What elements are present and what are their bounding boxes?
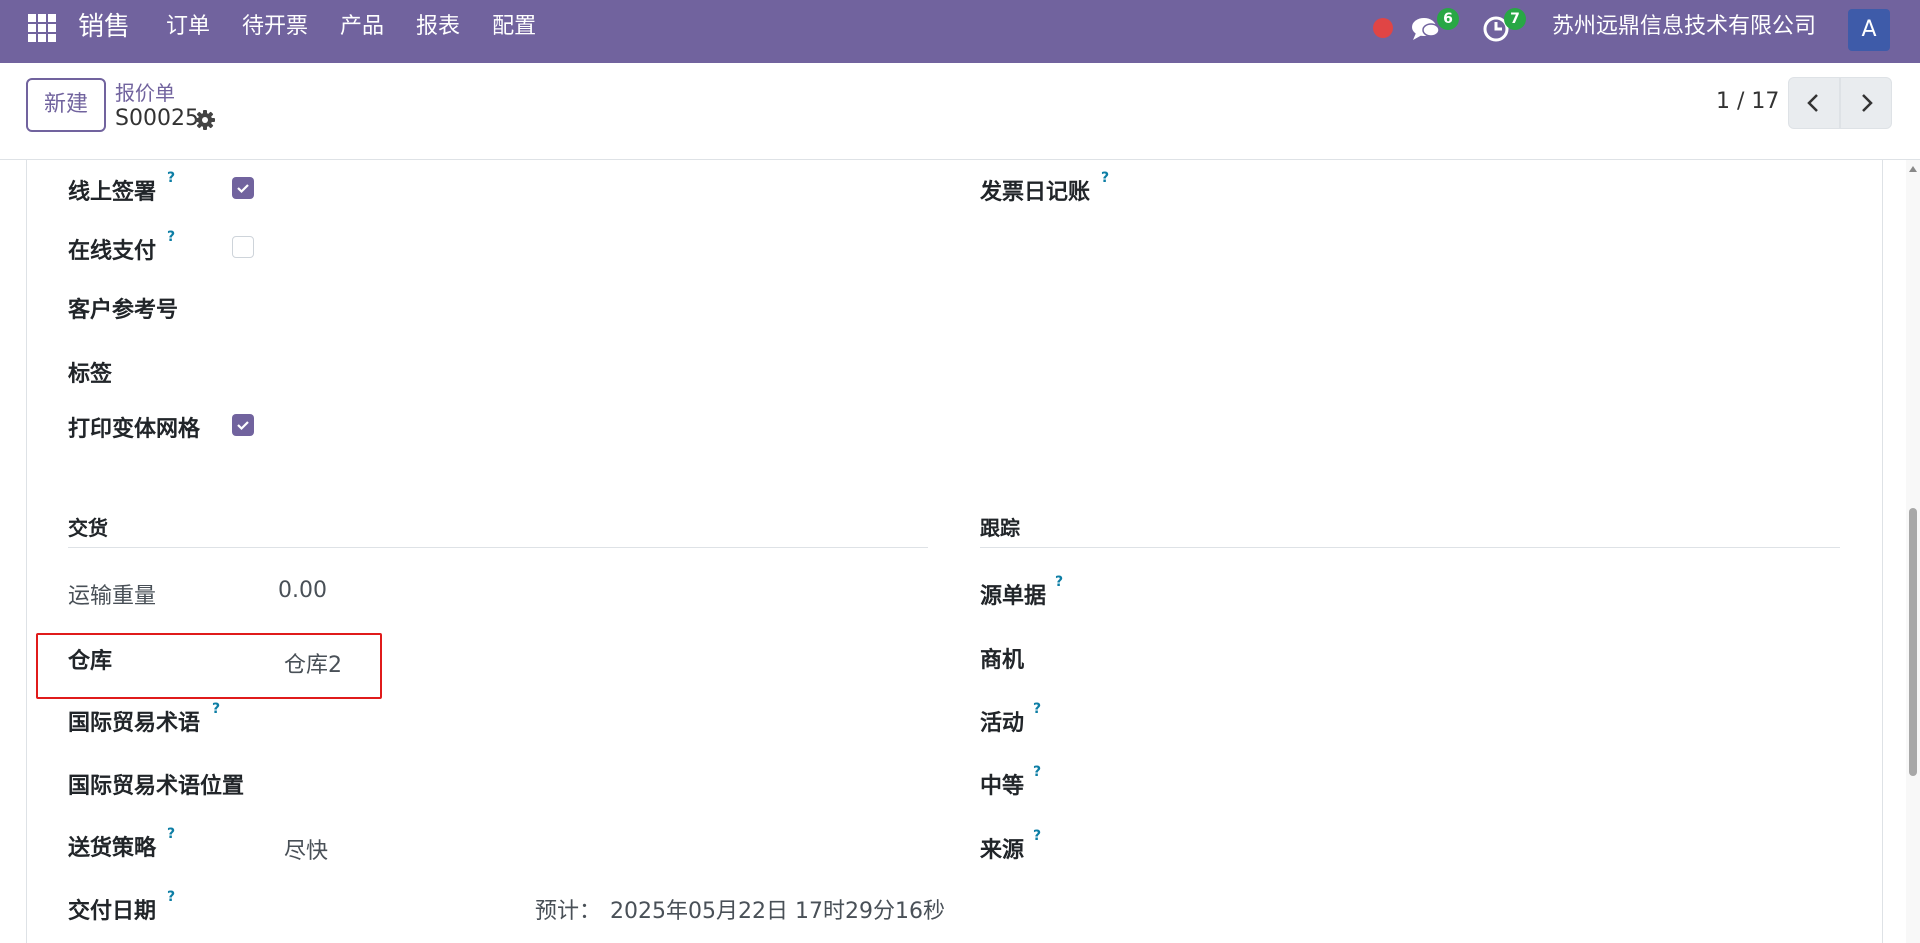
medium-label: 中等: [980, 774, 1025, 799]
opportunity-label: 商机: [980, 648, 1025, 673]
new-button[interactable]: 新建: [26, 78, 106, 132]
tracking-section-title: 跟踪: [980, 516, 1020, 540]
pager-next-button[interactable]: [1840, 77, 1892, 129]
incoterm-help[interactable]: ?: [212, 701, 220, 717]
chevron-right-icon: [1862, 94, 1873, 112]
online-signature-help[interactable]: ?: [167, 170, 175, 186]
print-variant-grid-checkbox[interactable]: [232, 414, 254, 436]
delivery-section-title: 交货: [68, 516, 108, 540]
main-menu: 订单 待开票 产品 报表 配置: [166, 12, 552, 42]
customer-reference-label: 客户参考号: [68, 298, 179, 323]
online-payment-help[interactable]: ?: [167, 229, 175, 245]
recording-indicator-icon[interactable]: [1373, 18, 1393, 38]
warehouse-field[interactable]: 仓库2: [284, 647, 342, 679]
gear-icon[interactable]: [194, 109, 216, 131]
control-panel: 新建 报价单 S00025 1 / 17: [0, 63, 1920, 160]
checkmark-icon: [237, 421, 249, 431]
invoice-journal-help[interactable]: ?: [1101, 170, 1109, 186]
menu-item-to-invoice[interactable]: 待开票: [226, 12, 324, 42]
expected-date-value: 2025年05月22日 17时29分16秒: [610, 899, 945, 924]
commitment-date-label: 交付日期: [68, 899, 157, 924]
user-avatar[interactable]: A: [1848, 9, 1890, 51]
messages-count-badge: 6: [1437, 8, 1459, 30]
company-switcher[interactable]: 苏州远鼎信息技术有限公司: [1552, 12, 1816, 42]
delivery-divider: [68, 547, 928, 548]
shipping-weight-value: 0.00: [278, 578, 327, 603]
source-label: 来源: [980, 838, 1025, 863]
pager-previous-button[interactable]: [1788, 77, 1840, 129]
commitment-date-help[interactable]: ?: [167, 889, 175, 905]
incoterm-label: 国际贸易术语: [68, 711, 201, 736]
incoterm-location-label: 国际贸易术语位置: [68, 774, 245, 799]
breadcrumb-quotations[interactable]: 报价单: [115, 77, 175, 106]
breadcrumb-current-record: S00025: [115, 106, 199, 131]
page-scrollbar[interactable]: [1906, 160, 1920, 943]
expected-date-label: 预计：: [535, 899, 602, 924]
menu-item-reporting[interactable]: 报表: [400, 12, 476, 42]
app-brand[interactable]: 销售: [78, 10, 130, 44]
print-variant-grid-label: 打印变体网格: [68, 417, 201, 442]
top-navbar: 销售 订单 待开票 产品 报表 配置 6 7 苏州远鼎信息技术有限公司 A: [0, 0, 1920, 63]
menu-item-products[interactable]: 产品: [324, 12, 400, 42]
app-menu-icon[interactable]: [28, 14, 56, 42]
source-document-help[interactable]: ?: [1055, 574, 1063, 590]
scrollbar-thumb[interactable]: [1909, 508, 1917, 776]
pager-value[interactable]: 1 / 17: [1716, 89, 1779, 114]
medium-help[interactable]: ?: [1033, 764, 1041, 780]
chevron-left-icon: [1807, 94, 1818, 112]
campaign-label: 活动: [980, 711, 1025, 736]
menu-item-configuration[interactable]: 配置: [476, 12, 552, 42]
checkmark-icon: [237, 184, 249, 194]
online-signature-checkbox[interactable]: [232, 177, 254, 199]
campaign-help[interactable]: ?: [1033, 701, 1041, 717]
scroll-up-arrow-icon[interactable]: [1909, 166, 1917, 172]
form-sheet: 线上签署 ? 在线支付 ? 客户参考号 标签 打印变体网格 发票日记账 ? 交货…: [26, 160, 1883, 943]
shipping-weight-label: 运输重量: [68, 584, 157, 609]
shipping-policy-help[interactable]: ?: [167, 826, 175, 842]
shipping-policy-label: 送货策略: [68, 836, 157, 861]
activities-count-badge: 7: [1504, 8, 1526, 30]
form-view: 线上签署 ? 在线支付 ? 客户参考号 标签 打印变体网格 发票日记账 ? 交货…: [0, 160, 1906, 943]
tracking-divider: [980, 547, 1840, 548]
online-payment-label: 在线支付: [68, 239, 157, 264]
menu-item-orders[interactable]: 订单: [166, 12, 226, 42]
tags-label: 标签: [68, 362, 113, 387]
invoice-journal-label: 发票日记账: [980, 180, 1091, 205]
shipping-policy-field[interactable]: 尽快: [284, 833, 328, 865]
online-payment-checkbox[interactable]: [232, 236, 254, 258]
warehouse-label: 仓库: [68, 649, 113, 674]
online-signature-label: 线上签署: [68, 180, 157, 205]
source-help[interactable]: ?: [1033, 828, 1041, 844]
source-document-label: 源单据: [980, 584, 1047, 609]
